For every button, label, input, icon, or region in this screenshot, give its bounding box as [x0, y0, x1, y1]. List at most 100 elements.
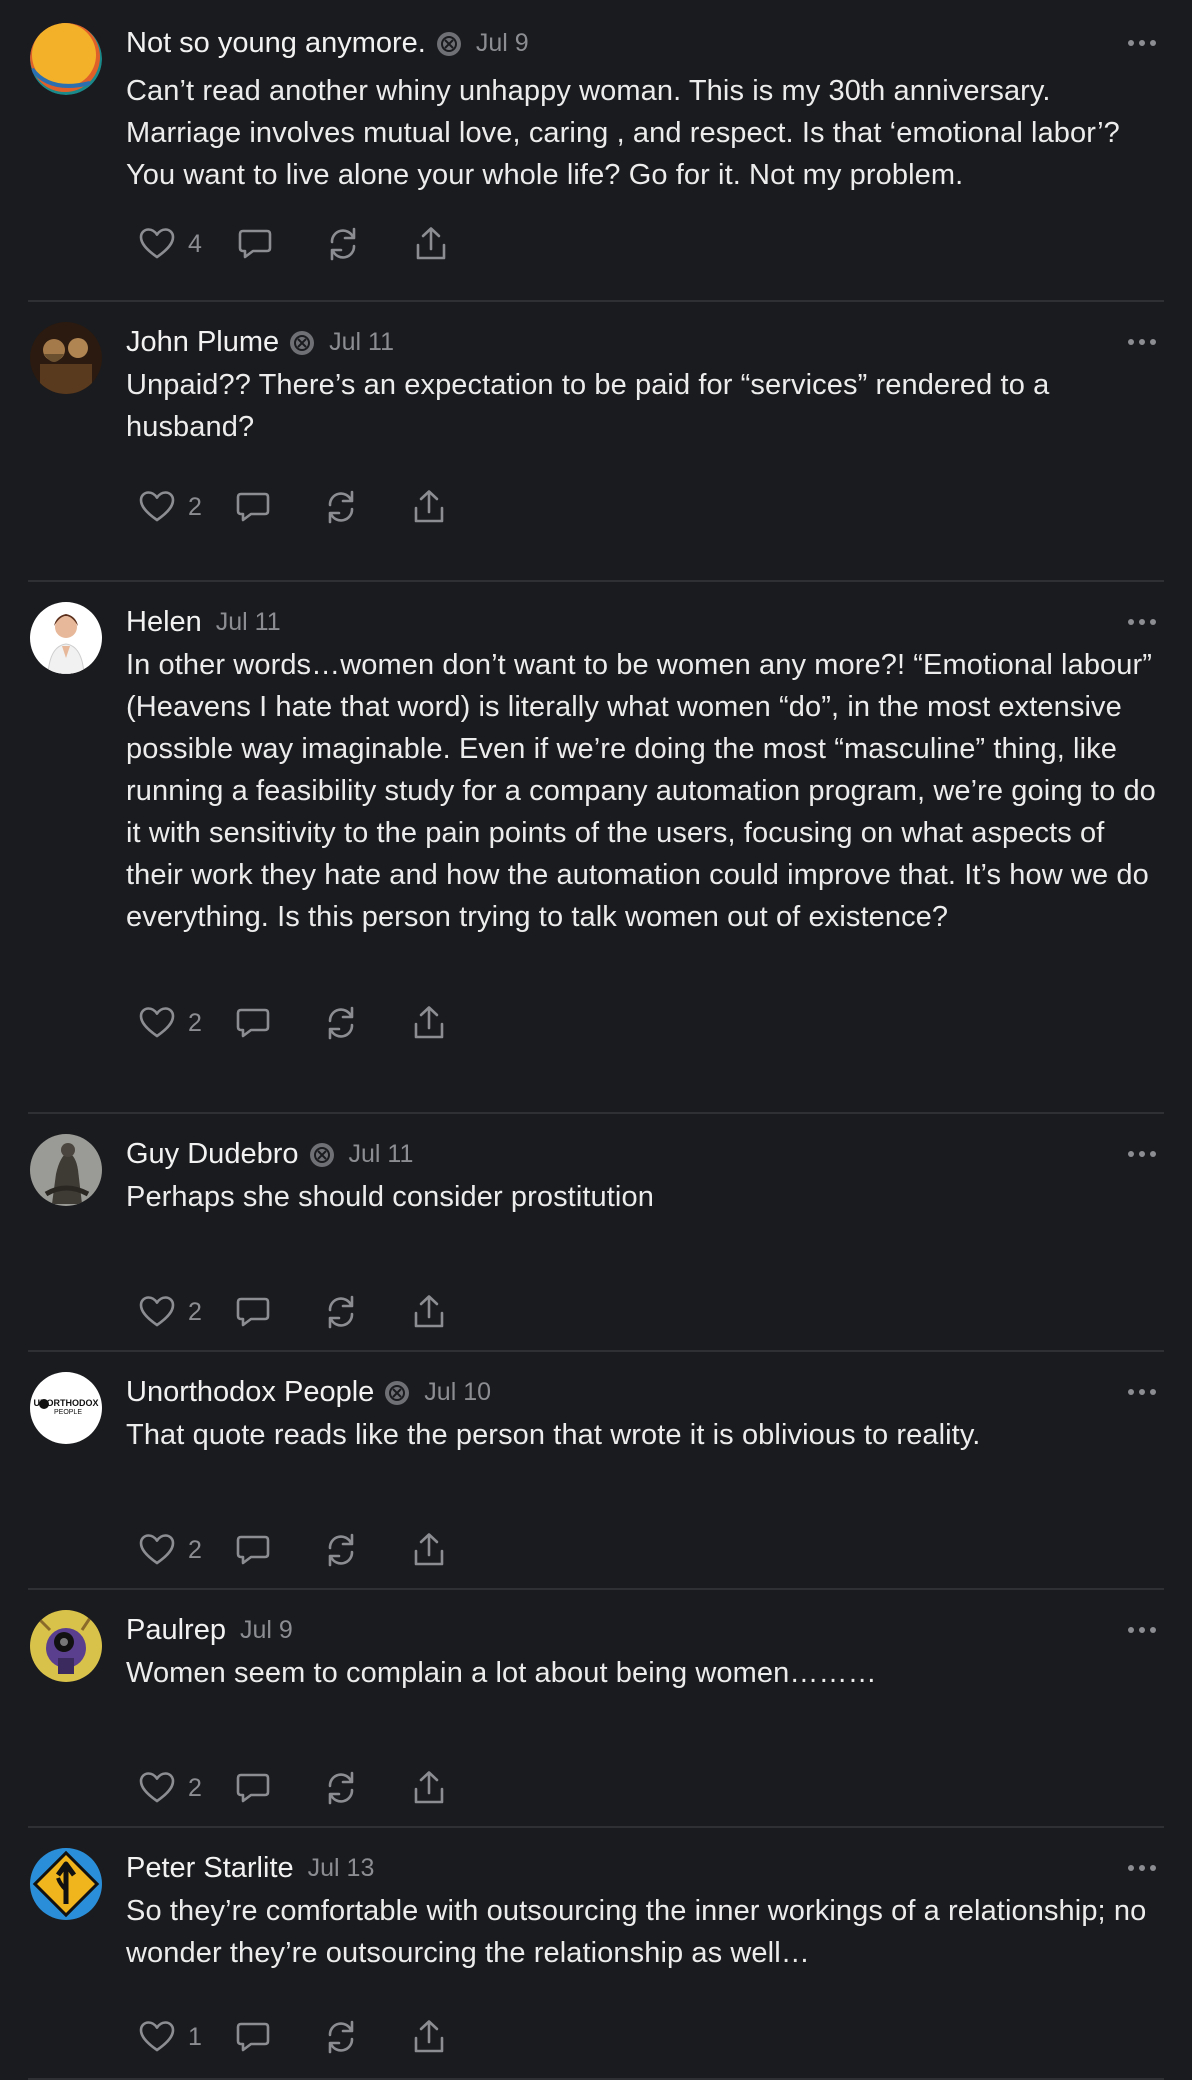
like-count: 2: [188, 1008, 202, 1037]
woman-photo-avatar[interactable]: [30, 602, 102, 674]
comment-date[interactable]: Jul 13: [308, 1850, 375, 1886]
author-name[interactable]: Unorthodox People: [126, 1374, 374, 1410]
share-icon: [412, 225, 450, 263]
restack-button[interactable]: [322, 1769, 360, 1807]
restack-button[interactable]: [322, 488, 360, 526]
reply-button[interactable]: [234, 1769, 272, 1807]
comment-header: Helen Jul 11: [126, 604, 281, 640]
restack-button[interactable]: [322, 1531, 360, 1569]
like-count: 2: [188, 1535, 202, 1564]
heart-icon: [138, 1531, 176, 1569]
restack-icon: [322, 488, 360, 526]
restack-button[interactable]: [322, 2018, 360, 2056]
reply-button[interactable]: [234, 1293, 272, 1331]
restack-button[interactable]: [324, 225, 362, 263]
like-button[interactable]: 2: [138, 1769, 202, 1807]
restack-button[interactable]: [322, 1004, 360, 1042]
comment-text: So they’re comfortable with outsourcing …: [126, 1895, 1147, 1969]
restack-icon: [322, 1004, 360, 1042]
share-icon: [410, 1769, 448, 1807]
more-options-icon[interactable]: [1128, 1623, 1162, 1637]
share-icon: [410, 488, 448, 526]
comment-icon: [234, 488, 272, 526]
comment-text: Perhaps she should consider prostitution: [126, 1181, 654, 1213]
comment-date[interactable]: Jul 11: [329, 324, 394, 360]
more-options-icon[interactable]: [1128, 1385, 1162, 1399]
unorthodox-people-logo-avatar[interactable]: UNORTHODOX PEOPLE: [30, 1372, 102, 1444]
comment-actions: 1: [138, 2018, 448, 2056]
more-options-icon[interactable]: [1128, 1861, 1162, 1875]
like-button[interactable]: 2: [138, 1531, 202, 1569]
comment-date[interactable]: Jul 9: [240, 1612, 293, 1648]
comment-item: UNORTHODOX PEOPLE Unorthodox People Jul 10 T…: [28, 1352, 1164, 1590]
comment-date[interactable]: Jul 11: [349, 1136, 414, 1172]
share-button[interactable]: [410, 1004, 448, 1042]
more-options-icon[interactable]: [1128, 615, 1162, 629]
comment-icon: [234, 1531, 272, 1569]
restack-icon: [324, 225, 362, 263]
like-button[interactable]: 1: [138, 2018, 202, 2056]
like-button[interactable]: 2: [138, 488, 202, 526]
more-options-icon[interactable]: [1128, 335, 1162, 349]
more-options-icon[interactable]: [1128, 36, 1162, 50]
reply-button[interactable]: [234, 1531, 272, 1569]
like-button[interactable]: 2: [138, 1293, 202, 1331]
author-name[interactable]: Peter Starlite: [126, 1850, 294, 1886]
share-icon: [410, 2018, 448, 2056]
comment-header: Not so young anymore. Jul 9: [126, 25, 529, 61]
heart-icon: [138, 1293, 176, 1331]
like-button[interactable]: 4: [138, 225, 202, 263]
subscriber-badge-icon: [384, 1379, 410, 1405]
share-icon: [410, 1004, 448, 1042]
reply-button[interactable]: [234, 2018, 272, 2056]
comment-item: Not so young anymore. Jul 9 Can’t read ano…: [28, 0, 1164, 302]
comment-date[interactable]: Jul 11: [216, 604, 281, 640]
restack-icon: [322, 1531, 360, 1569]
share-button[interactable]: [410, 1293, 448, 1331]
reply-button[interactable]: [234, 488, 272, 526]
restack-button[interactable]: [322, 1293, 360, 1331]
author-name[interactable]: Paulrep: [126, 1612, 226, 1648]
comment-header: Guy Dudebro Jul 11: [126, 1136, 413, 1172]
share-button[interactable]: [410, 2018, 448, 2056]
comment-text: Women seem to complain a lot about being…: [126, 1657, 877, 1689]
comment-header: Paulrep Jul 9: [126, 1612, 293, 1648]
comment-text: Unpaid?? There’s an expectation to be pa…: [126, 369, 1050, 443]
author-name[interactable]: Helen: [126, 604, 202, 640]
comment-item: John Plume Jul 11 Unpaid?? There’s an expe…: [28, 302, 1164, 582]
subscriber-badge-icon: [309, 1141, 335, 1167]
merge-sign-avatar[interactable]: [30, 1848, 102, 1920]
share-button[interactable]: [410, 1531, 448, 1569]
like-count: 1: [188, 2022, 202, 2051]
like-button[interactable]: 2: [138, 1004, 202, 1042]
comment-icon: [234, 1004, 272, 1042]
comment-item: Guy Dudebro Jul 11 Perhaps she should cons…: [28, 1114, 1164, 1352]
cartoon-avatar[interactable]: [30, 1610, 102, 1682]
share-button[interactable]: [412, 225, 450, 263]
like-count: 2: [188, 1773, 202, 1802]
comment-actions: 2: [138, 1004, 448, 1042]
comment-icon: [236, 225, 274, 263]
reply-button[interactable]: [234, 1004, 272, 1042]
share-button[interactable]: [410, 488, 448, 526]
share-icon: [410, 1293, 448, 1331]
heart-icon: [138, 1769, 176, 1807]
heart-icon: [138, 488, 176, 526]
comment-header: Peter Starlite Jul 13: [126, 1850, 374, 1886]
painting-avatar[interactable]: [30, 322, 102, 394]
author-name[interactable]: John Plume: [126, 324, 279, 360]
orange-circle-avatar[interactable]: [30, 23, 102, 95]
comment-actions: 2: [138, 488, 448, 526]
author-name[interactable]: Guy Dudebro: [126, 1136, 299, 1172]
like-count: 2: [188, 1297, 202, 1326]
more-options-icon[interactable]: [1128, 1147, 1162, 1161]
heart-icon: [138, 1004, 176, 1042]
comment-date[interactable]: Jul 9: [476, 25, 529, 61]
comment-date[interactable]: Jul 10: [424, 1374, 491, 1410]
heart-icon: [138, 225, 176, 263]
statue-avatar[interactable]: [30, 1134, 102, 1206]
reply-button[interactable]: [236, 225, 274, 263]
share-button[interactable]: [410, 1769, 448, 1807]
author-name[interactable]: Not so young anymore.: [126, 25, 426, 61]
heart-icon: [138, 2018, 176, 2056]
